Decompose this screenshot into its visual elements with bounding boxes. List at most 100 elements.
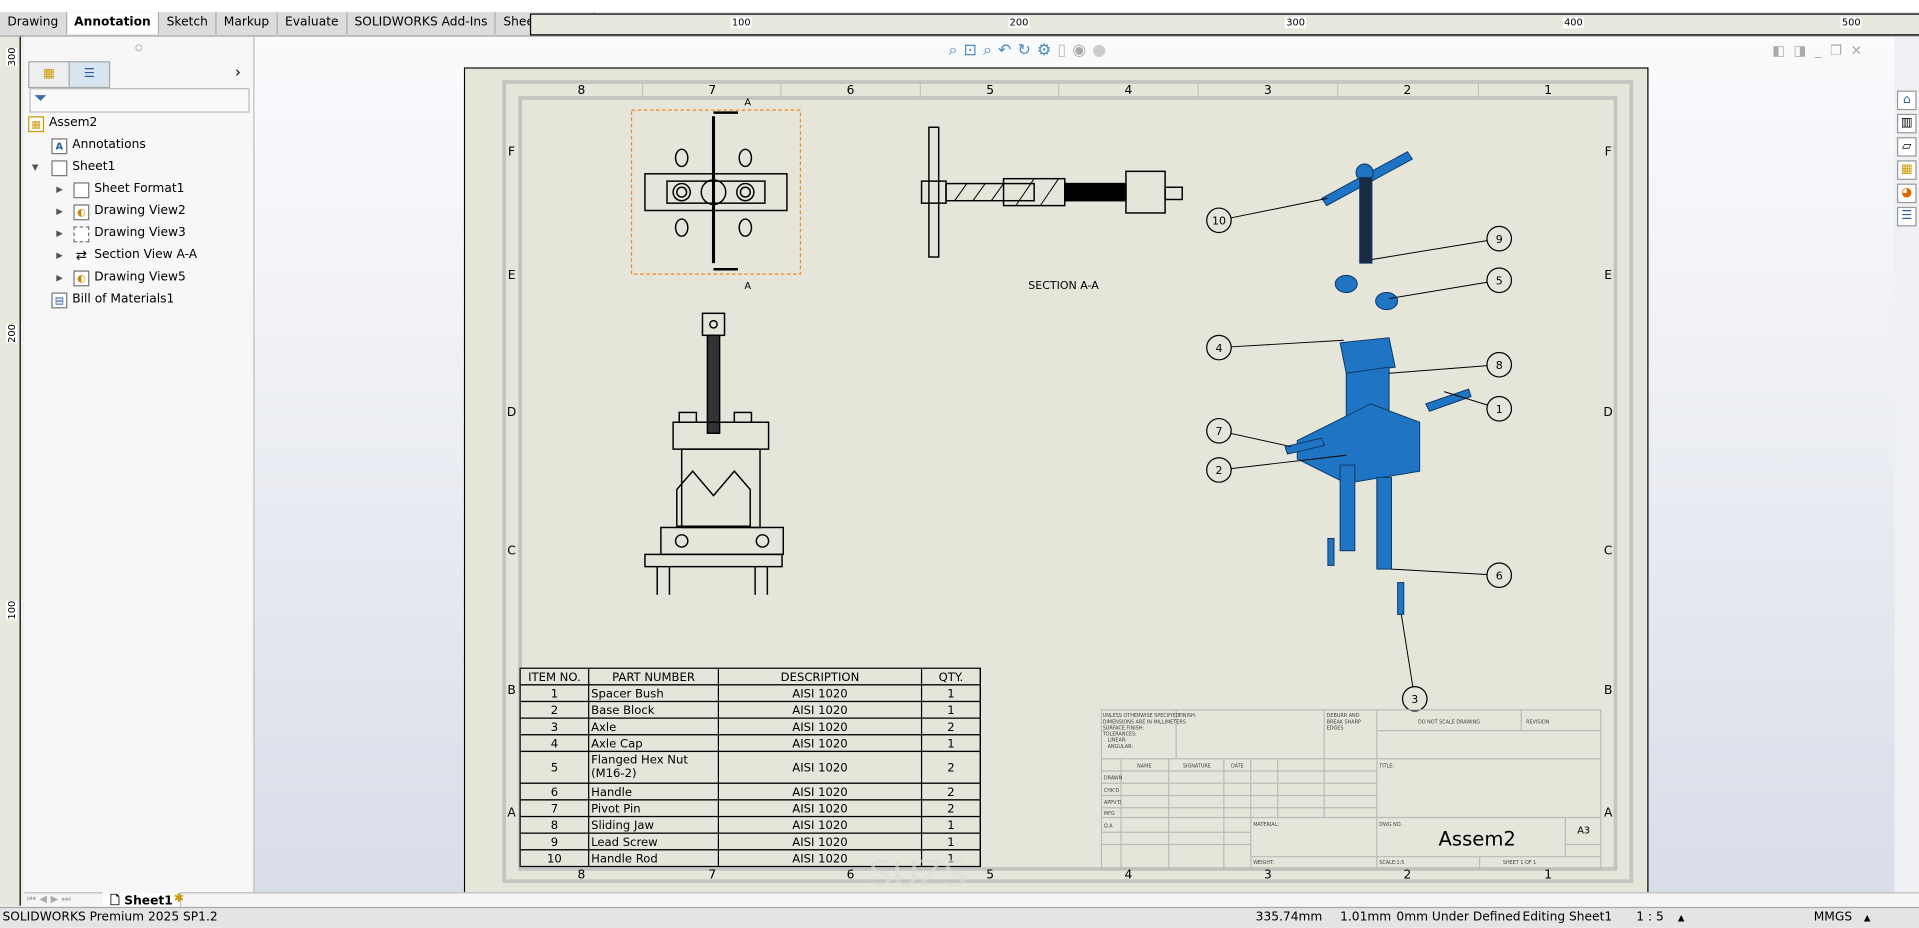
previous-view-icon[interactable]: ↶ (998, 42, 1017, 60)
units-menu-arrow-icon[interactable]: ▲ (1864, 908, 1871, 928)
zone-number: 6 (847, 868, 855, 882)
bom-cell: 2 (947, 785, 954, 799)
balloon-number: 3 (1411, 693, 1418, 706)
minimize-icon[interactable]: _ (1815, 43, 1830, 59)
tree-item-section-view[interactable]: ⇄ Section View A-A (73, 246, 197, 266)
signature-column-header: NAME (1137, 763, 1151, 769)
sheet-navigation-arrows-icon[interactable]: ⏮◀▶⏭ (27, 893, 74, 905)
tab-drawing[interactable]: Drawing (0, 12, 67, 35)
app-version: SOLIDWORKS Premium 2025 SP1.2 (2, 910, 218, 925)
expand-arrow-icon[interactable]: ▶ (56, 251, 63, 261)
tree-filter-input[interactable]: ⏷ (29, 88, 250, 113)
bom-cell: AISI 1020 (792, 761, 847, 775)
balloon-number: 2 (1215, 464, 1222, 477)
scale-menu-arrow-icon[interactable]: ▲ (1678, 908, 1685, 928)
appearances-icon[interactable]: ◕ (1896, 183, 1917, 204)
zoom-to-area-icon[interactable]: ⊡ (964, 42, 983, 60)
section-view-label: SECTION A-A (1028, 279, 1099, 292)
tree-item-drawing-view2[interactable]: ◐ Drawing View2 (73, 202, 186, 222)
bom-cell: AISI 1020 (792, 785, 847, 799)
tree-item-label: Drawing View5 (94, 270, 186, 284)
window-controls: ◧◨_❐✕ (1772, 43, 1870, 59)
vertical-ruler: 300 200 100 (0, 36, 21, 906)
bom-row: 9 Lead Screw AISI 1020 1 (519, 832, 981, 851)
balloon-number: 10 (1212, 215, 1226, 228)
tree-root-assem2[interactable]: ▦ Assem2 (28, 114, 97, 134)
appearance-icon[interactable]: ● (1092, 42, 1112, 60)
rotate-icon[interactable]: ↻ (1017, 42, 1036, 60)
heads-up-view-toolbar[interactable]: ⌕⊡⌕↶↻⚙▯◉● (948, 42, 1112, 60)
zone-number: 5 (986, 868, 994, 882)
bill-of-materials-table[interactable]: ITEM NO. PART NUMBER DESCRIPTION QTY. 1 Space… (519, 667, 981, 868)
ruler-label: 100 (6, 600, 18, 620)
view-palette-icon[interactable]: ▦ (1896, 160, 1917, 180)
display-style-icon[interactable]: ▯ (1057, 42, 1072, 60)
bom-row: 1 Spacer Bush AISI 1020 1 (519, 684, 981, 703)
balloon-number: 5 (1496, 275, 1503, 288)
tab-sketch[interactable]: Sketch (159, 12, 217, 35)
add-sheet-icon[interactable]: ✱ (174, 892, 184, 905)
zone-number: 8 (577, 868, 585, 882)
zoom-to-fit-icon[interactable]: ⌕ (948, 42, 963, 60)
deburr-note: EDGES (1327, 725, 1344, 731)
previous-window-icon[interactable]: ◧ (1772, 43, 1793, 59)
restore-icon[interactable]: ❐ (1830, 43, 1851, 59)
design-library-icon[interactable]: ▥ (1896, 113, 1917, 134)
sheet-icon (51, 159, 68, 176)
expand-arrow-icon[interactable]: ▶ (56, 207, 63, 217)
drawing-doc-icon: ▦ (28, 115, 45, 132)
tree-item-bill-of-materials[interactable]: ▤ Bill of Materials1 (51, 290, 174, 310)
feature-manager-tab-icon[interactable]: ▦ (28, 61, 70, 89)
tree-item-drawing-view3[interactable]: Drawing View3 (73, 224, 186, 244)
balloon-number: 9 (1496, 233, 1503, 246)
bom-cell: 10 (547, 851, 562, 865)
bom-row: 7 Pivot Pin AISI 1020 2 (519, 799, 981, 818)
bom-cell: Handle (591, 785, 632, 799)
zone-number: 3 (1264, 868, 1272, 882)
collapse-arrow-icon[interactable]: ▼ (32, 163, 39, 173)
definition-state: Under Defined (1431, 910, 1521, 925)
sheet-count-label: SHEET 1 OF 1 (1503, 860, 1536, 866)
zone-letter: A (507, 805, 516, 819)
sheet-format-icon (73, 181, 90, 198)
zone-number: 1 (1544, 83, 1552, 97)
panel-splitter-handle[interactable]: ○ (24, 43, 253, 53)
annotations-folder-icon: A (51, 137, 68, 154)
cursor-x: 335.74mm (1255, 910, 1323, 925)
sheet-tab-bar: ⏮◀▶⏭ 🗋 Sheet1 ✱ (24, 892, 1919, 913)
expand-panel-chevron-icon[interactable]: › (235, 64, 241, 81)
custom-properties-icon[interactable]: ☰ (1896, 206, 1917, 227)
tree-item-sheet1[interactable]: Sheet1 (51, 158, 115, 178)
tolerance-note: UNLESS OTHERWISE SPECIFIED: (1103, 713, 1182, 719)
bom-cell: Axle Cap (591, 736, 642, 750)
hide-show-icon[interactable]: ◉ (1072, 42, 1092, 60)
bom-cell: Lead Screw (591, 835, 658, 849)
bom-cell: 3 (551, 720, 558, 734)
unit-system[interactable]: MMGS (1814, 908, 1852, 928)
zone-number: 2 (1404, 83, 1412, 97)
tree-item-drawing-view5[interactable]: ◐ Drawing View5 (73, 268, 186, 288)
tab-addins[interactable]: SOLIDWORKS Add-Ins (347, 12, 497, 35)
tab-annotation[interactable]: Annotation (66, 12, 160, 35)
close-icon[interactable]: ✕ (1851, 43, 1871, 59)
expand-arrow-icon[interactable]: ▶ (56, 273, 63, 283)
expand-arrow-icon[interactable]: ▶ (56, 185, 63, 195)
expand-arrow-icon[interactable]: ▶ (56, 229, 63, 239)
ruler-label: 100 (730, 17, 752, 29)
property-manager-tab-icon[interactable]: ☰ (68, 61, 111, 89)
tab-evaluate[interactable]: Evaluate (277, 12, 348, 35)
sheet-scale[interactable]: 1 : 5 (1636, 908, 1663, 928)
tree-item-sheet-format1[interactable]: Sheet Format1 (73, 180, 184, 200)
tree-item-annotations[interactable]: A Annotations (51, 136, 146, 156)
tab-markup[interactable]: Markup (216, 12, 278, 35)
home-icon[interactable]: ⌂ (1896, 90, 1917, 111)
scale-label: SCALE:1:5 (1379, 860, 1404, 866)
view-settings-icon[interactable]: ⚙ (1037, 42, 1057, 60)
bom-cell: Axle (591, 720, 616, 734)
zoom-in-out-icon[interactable]: ⌕ (983, 42, 998, 60)
weight-label: WEIGHT: (1253, 860, 1274, 866)
bom-cell: 7 (551, 802, 558, 816)
drawing-sheet[interactable]: 8877665544332211F FE ED DC CB BA A A A SECTIO (463, 67, 1649, 896)
next-window-icon[interactable]: ◨ (1793, 43, 1814, 59)
file-explorer-icon[interactable]: ▱ (1896, 137, 1917, 157)
